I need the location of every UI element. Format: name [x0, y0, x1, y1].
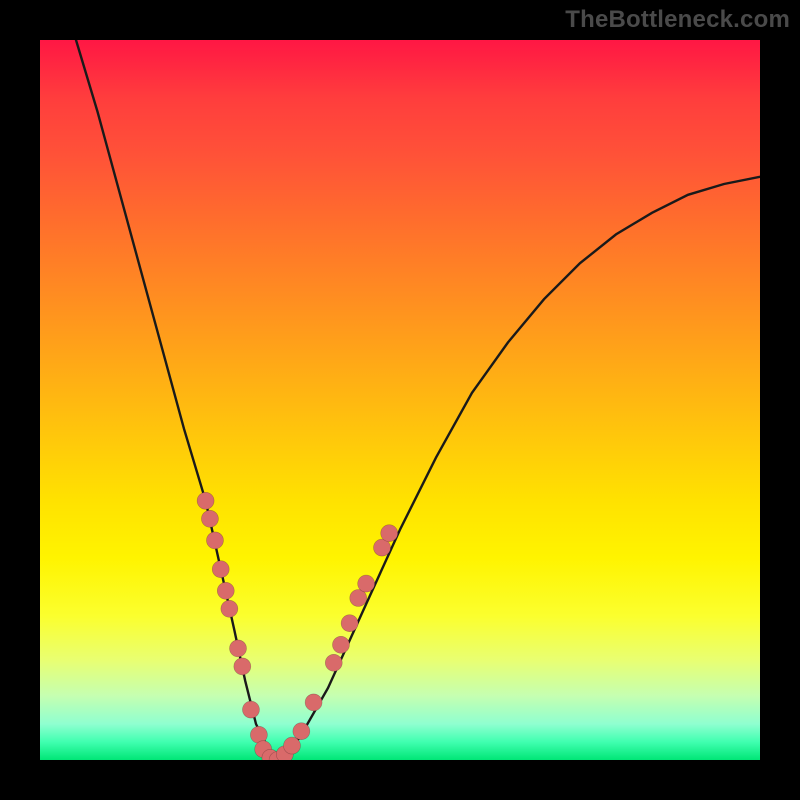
data-point: [230, 640, 247, 657]
plot-area: [40, 40, 760, 760]
chart-svg: [40, 40, 760, 760]
bottleneck-curve: [76, 40, 760, 760]
data-point: [293, 723, 310, 740]
watermark-text: TheBottleneck.com: [565, 6, 790, 34]
data-point: [217, 582, 234, 599]
data-point: [221, 600, 238, 617]
data-point: [206, 532, 223, 549]
data-point: [305, 694, 322, 711]
data-point: [284, 737, 301, 754]
data-point: [201, 510, 218, 527]
data-point: [325, 654, 342, 671]
data-point: [234, 658, 251, 675]
data-points: [197, 492, 398, 760]
chart-container: TheBottleneck.com: [0, 0, 800, 800]
data-point: [332, 636, 349, 653]
data-point: [197, 492, 214, 509]
data-point: [341, 615, 358, 632]
data-point: [358, 575, 375, 592]
data-point: [381, 525, 398, 542]
data-point: [242, 701, 259, 718]
data-point: [212, 561, 229, 578]
